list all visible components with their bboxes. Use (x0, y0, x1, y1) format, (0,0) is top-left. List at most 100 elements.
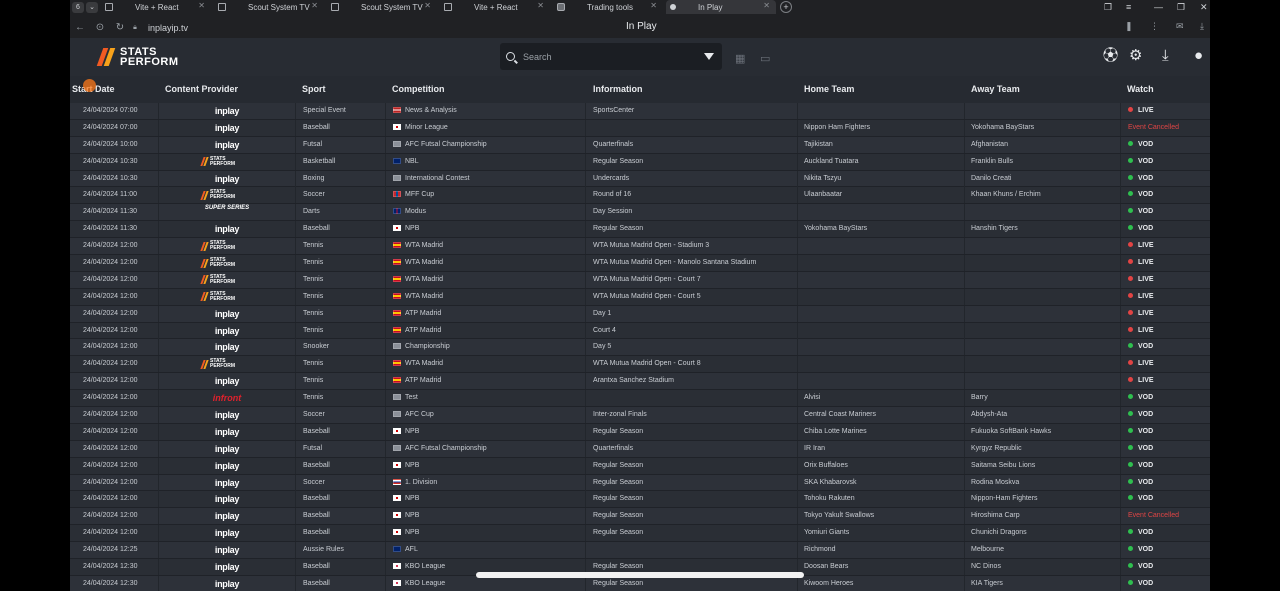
watch-status[interactable]: LIVE (1128, 259, 1154, 266)
table-row[interactable]: 24/04/2024 07:00 Special Event News & Anal… (70, 103, 1210, 120)
close-window-icon[interactable]: ✕ (1200, 0, 1208, 14)
scroll-indicator[interactable] (476, 572, 804, 578)
browser-tab[interactable]: In Play ✕ (666, 0, 776, 14)
table-row[interactable]: 24/04/2024 12:25 Aussie Rules AFL Richmond M… (70, 542, 1210, 560)
browser-tab[interactable]: Scout System TV ✕ (327, 0, 437, 14)
table-row[interactable]: 24/04/2024 12:00 Baseball NPB Regular Seaso… (70, 423, 1210, 441)
col-watch[interactable]: Watch (1127, 84, 1154, 94)
user-icon[interactable]: ● (1194, 47, 1203, 65)
table-row[interactable]: 24/04/2024 07:00 Baseball Minor League Nipp… (70, 119, 1210, 137)
close-tab-icon[interactable]: ✕ (650, 1, 657, 10)
ticket-icon[interactable]: ▭ (760, 50, 770, 68)
watch-status[interactable]: LIVE (1128, 242, 1154, 249)
settings-icon[interactable]: ⚙ (1129, 47, 1142, 65)
table-row[interactable]: 24/04/2024 12:00 Tennis ATP Madrid Court 4 i… (70, 322, 1210, 340)
table-row[interactable]: 24/04/2024 10:30 Basketball NBL Regular Sea… (70, 153, 1210, 171)
profile-badge[interactable]: 6 (72, 1, 84, 13)
calendar-icon[interactable]: ▦ (735, 50, 745, 68)
close-tab-icon[interactable]: ✕ (198, 1, 205, 10)
watch-status[interactable]: VOD (1128, 140, 1153, 148)
watch-status[interactable]: VOD (1128, 191, 1153, 198)
watch-status[interactable]: Event Cancelled (1128, 512, 1179, 519)
close-tab-icon[interactable]: ✕ (763, 1, 770, 10)
table-row[interactable]: 24/04/2024 12:00 Tennis Test Alvisi Barry inf… (70, 390, 1210, 408)
watch-status[interactable]: LIVE (1128, 275, 1154, 283)
extensions-icon[interactable]: ❐ (1104, 0, 1112, 14)
watch-status[interactable]: LIVE (1128, 309, 1154, 317)
watch-status[interactable]: VOD (1128, 427, 1153, 435)
watch-status[interactable]: VOD (1128, 495, 1153, 502)
watch-status[interactable]: VOD (1128, 461, 1153, 469)
table-row[interactable]: 24/04/2024 10:30 Boxing International Cont… (70, 170, 1210, 188)
watch-status[interactable]: VOD (1128, 411, 1153, 418)
watch-status[interactable]: LIVE (1128, 292, 1154, 300)
watch-status[interactable]: LIVE (1128, 107, 1154, 114)
table-row[interactable]: 24/04/2024 12:30 Baseball KBO League Regula… (70, 575, 1210, 591)
table-row[interactable]: 24/04/2024 12:00 Baseball NPB Regular Seaso… (70, 508, 1210, 526)
close-tab-icon[interactable]: ✕ (424, 1, 431, 10)
watch-status[interactable]: VOD (1128, 579, 1153, 587)
table-row[interactable]: 24/04/2024 11:30 Darts Modus Day Session SUP… (70, 204, 1210, 222)
filter-icon[interactable] (704, 53, 714, 60)
table-row[interactable]: 24/04/2024 12:00 Soccer AFC Cup Inter-zonal… (70, 407, 1210, 424)
watch-status[interactable]: VOD (1128, 343, 1153, 350)
bookmark-icon[interactable]: ❚ (1125, 21, 1133, 32)
table-row[interactable]: 24/04/2024 12:00 Tennis WTA Madrid WTA Mutu… (70, 356, 1210, 374)
col-sport[interactable]: Sport (302, 84, 326, 94)
table-row[interactable]: 24/04/2024 12:00 Tennis WTA Madrid WTA Mutu… (70, 238, 1210, 256)
watch-status[interactable]: VOD (1128, 174, 1153, 182)
table-row[interactable]: 24/04/2024 12:00 Tennis ATP Madrid Day 1 inp… (70, 305, 1210, 323)
browser-tab[interactable]: Vite + React ✕ (101, 0, 211, 14)
watch-status[interactable]: Event Cancelled (1128, 124, 1179, 131)
table-row[interactable]: 24/04/2024 12:00 Tennis WTA Madrid WTA Mutu… (70, 271, 1210, 289)
table-row[interactable]: 24/04/2024 12:00 Tennis ATP Madrid Arantxa … (70, 373, 1210, 391)
table-row[interactable]: 24/04/2024 12:00 Snooker Championship Day 5… (70, 339, 1210, 357)
watch-status[interactable]: LIVE (1128, 360, 1154, 367)
watch-status[interactable]: VOD (1128, 157, 1153, 165)
stats-perform-logo[interactable]: STATS PERFORM (96, 45, 179, 69)
table-row[interactable]: 24/04/2024 12:00 Tennis WTA Madrid WTA Mutu… (70, 288, 1210, 306)
watch-status[interactable]: VOD (1128, 444, 1153, 452)
col-away-team[interactable]: Away Team (971, 84, 1020, 94)
search-box[interactable]: Search (500, 43, 722, 70)
table-row[interactable]: 24/04/2024 10:00 Futsal AFC Futsal Champio… (70, 136, 1210, 154)
browser-tab[interactable]: Trading tools ✕ (553, 0, 663, 14)
url-field[interactable]: inplayip.tv (148, 23, 188, 33)
watch-status[interactable]: VOD (1128, 529, 1153, 536)
table-row[interactable]: 24/04/2024 12:00 Baseball NPB Regular Seaso… (70, 525, 1210, 543)
watch-status[interactable]: LIVE (1128, 326, 1154, 334)
browser-tab[interactable]: Vite + React ✕ (440, 0, 550, 14)
new-tab-button[interactable]: + (780, 1, 792, 13)
watch-status[interactable]: VOD (1128, 208, 1153, 215)
col-content-provider[interactable]: Content Provider (165, 84, 238, 94)
menu-icon[interactable]: ≡ (1126, 0, 1131, 14)
browser-tab[interactable]: Scout System TV ✕ (214, 0, 324, 14)
soccer-ball-icon[interactable]: ⚽︎ (1103, 47, 1118, 65)
table-row[interactable]: 24/04/2024 12:00 Soccer 1. Division Regular… (70, 474, 1210, 492)
watch-status[interactable]: VOD (1128, 225, 1153, 232)
chat-icon[interactable]: ✉ (1176, 21, 1184, 32)
close-tab-icon[interactable]: ✕ (311, 1, 318, 10)
col-competition[interactable]: Competition (392, 84, 445, 94)
maximize-icon[interactable]: ❐ (1177, 0, 1185, 14)
watch-status[interactable]: VOD (1128, 394, 1153, 401)
close-tab-icon[interactable]: ✕ (537, 1, 544, 10)
watch-status[interactable]: VOD (1128, 563, 1153, 570)
reload-icon[interactable]: ↻ (110, 22, 130, 33)
watch-status[interactable]: VOD (1128, 478, 1153, 486)
search-input[interactable]: Search (523, 52, 704, 62)
table-row[interactable]: 24/04/2024 11:00 Soccer MFF Cup Round of 16… (70, 187, 1210, 205)
table-row[interactable]: 24/04/2024 12:00 Baseball NPB Regular Seaso… (70, 491, 1210, 509)
minimize-icon[interactable]: — (1154, 0, 1163, 14)
download-bar-icon[interactable]: ⤓ (1200, 21, 1204, 32)
table-row[interactable]: 24/04/2024 12:00 Futsal AFC Futsal Champio… (70, 440, 1210, 458)
watch-status[interactable]: VOD (1128, 546, 1153, 553)
download-icon[interactable]: ⤓ (1162, 47, 1169, 65)
table-row[interactable]: 24/04/2024 12:00 Baseball NPB Regular Seaso… (70, 457, 1210, 475)
col-home-team[interactable]: Home Team (804, 84, 854, 94)
col-information[interactable]: Information (593, 84, 643, 94)
table-row[interactable]: 24/04/2024 12:00 Tennis WTA Madrid WTA Mutu… (70, 255, 1210, 272)
back-icon[interactable]: ← (70, 22, 90, 33)
watch-status[interactable]: LIVE (1128, 377, 1154, 384)
tab-menu-chevron-icon[interactable]: ⌄ (86, 1, 98, 13)
